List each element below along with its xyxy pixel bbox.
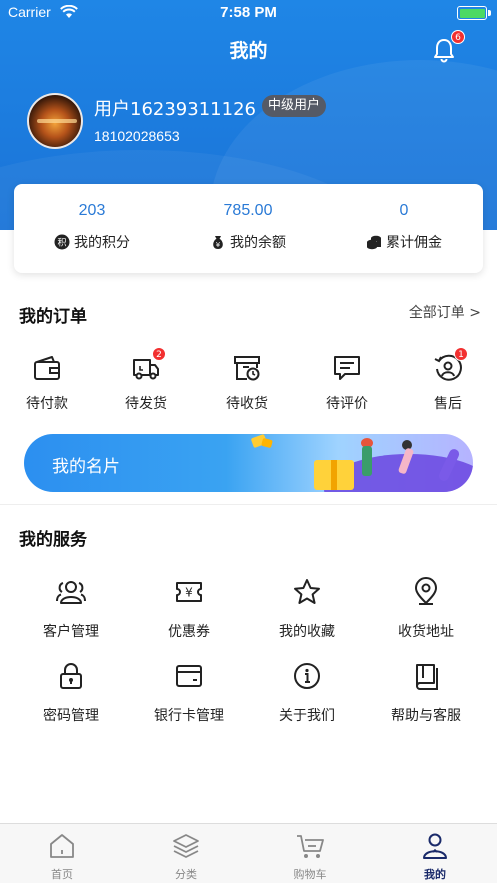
- package-clock-icon: [232, 353, 262, 383]
- stat-commission[interactable]: 0 累计佣金: [326, 184, 482, 273]
- order-pending-review[interactable]: 待评价: [297, 350, 397, 420]
- avatar[interactable]: [27, 93, 83, 149]
- clock: 7:58 PM: [220, 4, 277, 21]
- status-bar: Carrier 7:58 PM: [0, 0, 497, 26]
- location-pin-icon: [411, 577, 441, 607]
- stat-label: 我的余额: [230, 235, 286, 251]
- tab-profile[interactable]: 我的: [373, 824, 497, 883]
- svg-text:¥: ¥: [185, 586, 193, 600]
- wallet-icon: [32, 353, 62, 383]
- info-icon: [292, 661, 322, 691]
- money-bag-icon: ¥: [210, 234, 226, 250]
- order-badge: 1: [454, 347, 468, 361]
- service-label: 优惠券: [168, 624, 210, 640]
- user-name: 用户16239311126: [94, 99, 256, 120]
- service-label: 关于我们: [279, 708, 335, 724]
- services-section-title: 我的服务: [19, 530, 87, 550]
- service-about-us[interactable]: 关于我们: [245, 661, 369, 731]
- svg-text:积: 积: [57, 237, 66, 249]
- home-icon: [48, 832, 76, 860]
- order-label: 售后: [434, 396, 462, 412]
- tab-label: 我的: [424, 868, 446, 881]
- service-label: 我的收藏: [279, 624, 335, 640]
- tab-home[interactable]: 首页: [0, 824, 124, 883]
- stat-balance[interactable]: 785.00 ¥ 我的余额: [170, 184, 326, 273]
- section-divider: [0, 504, 497, 505]
- layers-icon: [172, 832, 200, 860]
- orders-section-title: 我的订单: [19, 307, 87, 327]
- page-title: 我的: [229, 40, 268, 62]
- business-card-banner[interactable]: 我的名片: [24, 434, 473, 492]
- service-coupons[interactable]: ¥ 优惠券: [127, 577, 251, 647]
- stat-value: 0: [399, 202, 409, 219]
- service-help-support[interactable]: 帮助与客服: [364, 661, 488, 731]
- order-badge: 2: [152, 347, 166, 361]
- order-after-sales[interactable]: 1 售后: [398, 347, 497, 420]
- svg-text:¥: ¥: [216, 241, 221, 249]
- tab-categories[interactable]: 分类: [124, 824, 248, 883]
- star-icon: [292, 577, 322, 607]
- order-pending-shipment[interactable]: 2 待发货: [96, 347, 196, 420]
- tab-cart[interactable]: 购物车: [248, 824, 372, 883]
- service-label: 帮助与客服: [391, 708, 461, 724]
- order-pending-receipt[interactable]: 待收货: [197, 350, 297, 420]
- lock-icon: [56, 661, 86, 691]
- user-phone: 18102028653: [94, 128, 180, 144]
- service-shipping-address[interactable]: 收货地址: [364, 577, 488, 647]
- profile-screen: Carrier 7:58 PM 我的 6 用户16239311126 中级用户 …: [0, 0, 497, 883]
- service-password-management[interactable]: 密码管理: [9, 661, 133, 731]
- help-book-icon: [411, 661, 441, 691]
- banner-label: 我的名片: [52, 457, 120, 477]
- bank-card-icon: [174, 661, 204, 691]
- service-label: 银行卡管理: [154, 708, 224, 724]
- points-icon: 积: [54, 234, 70, 250]
- service-customer-management[interactable]: 客户管理: [9, 577, 133, 647]
- service-label: 收货地址: [398, 624, 454, 640]
- all-orders-link[interactable]: 全部订单 >: [409, 302, 481, 322]
- service-label: 密码管理: [43, 708, 99, 724]
- comment-icon: [332, 353, 362, 383]
- service-favorites[interactable]: 我的收藏: [245, 577, 369, 647]
- bottom-tab-bar: 首页 分类 购物车 我的: [0, 823, 497, 883]
- stats-card: 203 积我的积分 785.00 ¥ 我的余额 0 累计佣金: [14, 184, 483, 273]
- tab-label: 分类: [175, 868, 197, 881]
- order-label: 待付款: [26, 396, 68, 412]
- order-label: 待收货: [226, 396, 268, 412]
- cart-icon: [296, 832, 324, 860]
- stat-value: 785.00: [223, 202, 273, 219]
- stat-value: 203: [78, 202, 106, 219]
- user-icon: [421, 832, 449, 860]
- coupon-icon: ¥: [174, 577, 204, 607]
- stat-points[interactable]: 203 积我的积分: [14, 184, 170, 273]
- service-bank-card-management[interactable]: 银行卡管理: [127, 661, 251, 731]
- order-pending-payment[interactable]: 待付款: [0, 350, 97, 420]
- battery-icon: [457, 6, 491, 20]
- tab-label: 购物车: [293, 868, 327, 881]
- gift-box-icon: [314, 460, 354, 490]
- order-label: 待评价: [326, 396, 368, 412]
- stat-label: 累计佣金: [386, 235, 442, 251]
- service-label: 客户管理: [43, 624, 99, 640]
- user-level-badge: 中级用户: [262, 95, 327, 117]
- order-label: 待发货: [125, 396, 167, 412]
- tab-label: 首页: [51, 868, 73, 881]
- customers-icon: [56, 577, 86, 607]
- notification-badge: 6: [451, 30, 465, 44]
- stat-label: 我的积分: [74, 235, 130, 251]
- order-status-row: 待付款 2 待发货 待收货 待评价 1 售后: [0, 347, 497, 420]
- coins-icon: [366, 234, 382, 250]
